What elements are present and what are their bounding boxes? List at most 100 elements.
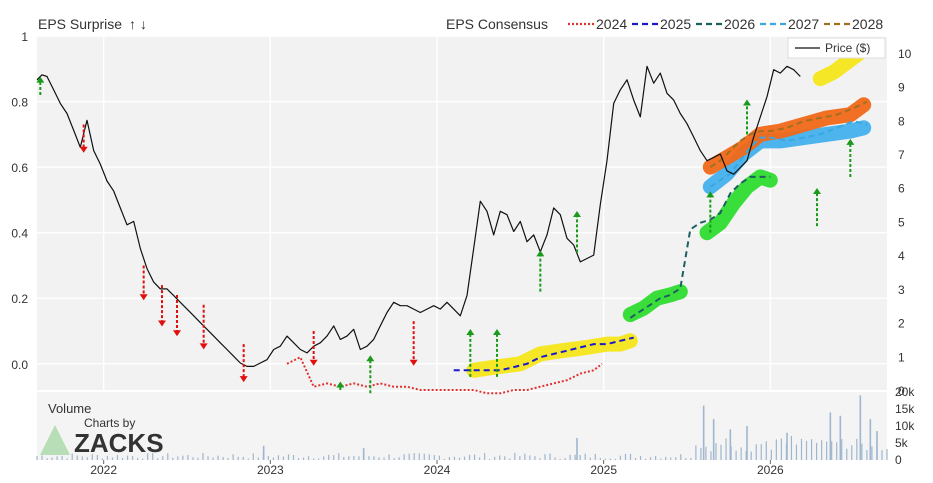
volume-bar bbox=[569, 454, 571, 460]
volume-bar bbox=[252, 453, 254, 460]
volume-bar bbox=[670, 457, 672, 460]
legend-price: Price ($) bbox=[825, 41, 870, 55]
volume-bar bbox=[715, 443, 717, 460]
volume-bar bbox=[403, 454, 405, 460]
volume-bar bbox=[41, 455, 43, 460]
volume-bar bbox=[549, 453, 551, 460]
volume-bar bbox=[710, 451, 712, 460]
volume-bar bbox=[805, 440, 808, 460]
volume-bar bbox=[839, 415, 842, 460]
volume-bar bbox=[705, 446, 707, 460]
volume-bar bbox=[368, 456, 370, 460]
volume-bar bbox=[111, 457, 114, 460]
volume-bar bbox=[876, 431, 878, 460]
volume-bar bbox=[614, 458, 617, 460]
volume-bar bbox=[826, 441, 828, 460]
volume-bar bbox=[323, 456, 325, 460]
volume-bar bbox=[750, 451, 752, 460]
right-tick-label: 3 bbox=[898, 283, 905, 297]
volume-bar bbox=[227, 458, 229, 460]
volume-bar bbox=[539, 458, 541, 460]
volume-bar bbox=[564, 458, 566, 460]
left-tick-label: 0.4 bbox=[11, 227, 28, 241]
volume-bar bbox=[729, 429, 732, 460]
left-axis-ticks: 1 0.8 0.6 0.4 0.2 0.0 bbox=[11, 30, 28, 372]
volume-bar bbox=[157, 458, 159, 460]
volume-label: Volume bbox=[48, 401, 91, 416]
volume-bar bbox=[142, 458, 144, 460]
volume-bar bbox=[504, 456, 506, 460]
volume-bar bbox=[479, 457, 481, 460]
volume-bar bbox=[624, 453, 627, 460]
volume-bar bbox=[735, 450, 737, 460]
volume-bar bbox=[177, 456, 179, 460]
volume-bar bbox=[463, 456, 466, 460]
volume-bar bbox=[152, 453, 154, 460]
volume-bar bbox=[760, 444, 762, 460]
volume-bar bbox=[86, 457, 88, 460]
volume-bar bbox=[489, 458, 491, 460]
volume-bar bbox=[388, 454, 390, 460]
volume-bar bbox=[473, 454, 476, 460]
volume-bar bbox=[650, 457, 652, 460]
volume-bar bbox=[639, 455, 642, 460]
volume-bar bbox=[453, 456, 456, 460]
volume-bar bbox=[147, 453, 149, 460]
main-plot-area bbox=[37, 36, 887, 390]
left-tick-label: 0.8 bbox=[11, 96, 28, 110]
volume-bar bbox=[433, 455, 435, 460]
legend-series-2024: 2024 bbox=[596, 16, 627, 32]
right-tick-label: 9 bbox=[898, 81, 905, 95]
volume-bar bbox=[438, 455, 440, 460]
left-tick-label: 0.2 bbox=[11, 292, 28, 306]
volume-bar bbox=[362, 448, 365, 460]
volume-bar bbox=[574, 454, 576, 460]
right-tick-label: 6 bbox=[898, 182, 905, 196]
volume-bar bbox=[881, 450, 883, 460]
volume-bar bbox=[700, 447, 702, 460]
volume-bar bbox=[413, 453, 415, 460]
volume-bar bbox=[262, 445, 265, 460]
volume-bar bbox=[609, 458, 611, 460]
volume-bar bbox=[272, 457, 274, 460]
x-tick-label: 2025 bbox=[590, 463, 617, 477]
volume-bar bbox=[448, 456, 451, 460]
volume-bar bbox=[423, 453, 425, 460]
volume-bar bbox=[96, 454, 98, 460]
x-axis-ticks: 2022 2023 2024 2025 2026 bbox=[90, 460, 784, 477]
volume-axis-ticks: 20k 15k 10k 5k 0 bbox=[895, 385, 915, 467]
volume-bar bbox=[629, 453, 632, 460]
volume-bar bbox=[106, 455, 109, 460]
legend-series-2026: 2026 bbox=[724, 16, 755, 32]
volume-bar bbox=[353, 455, 355, 460]
volume-bar bbox=[121, 458, 124, 460]
volume-bar bbox=[869, 419, 872, 460]
volume-bar bbox=[644, 458, 647, 460]
volume-bar bbox=[765, 441, 767, 460]
volume-bar bbox=[383, 457, 385, 460]
volume-bar bbox=[222, 456, 224, 460]
volume-bar bbox=[202, 452, 204, 460]
volume-bar bbox=[829, 412, 832, 460]
eps-chart: 10.80.60.40.20.0 109876543210 20k15k10k5… bbox=[11, 16, 915, 477]
volume-bar bbox=[499, 455, 501, 460]
volume-bar bbox=[287, 454, 290, 460]
volume-bar bbox=[509, 458, 511, 460]
watermark-brand: ZACKS bbox=[74, 428, 164, 458]
volume-bar bbox=[76, 455, 78, 460]
volume-bar bbox=[665, 456, 667, 460]
volume-bar bbox=[36, 455, 38, 460]
volume-bar bbox=[599, 457, 601, 460]
volume-bar bbox=[126, 455, 129, 460]
volume-bar bbox=[579, 454, 581, 460]
volume-bar bbox=[660, 458, 662, 460]
volume-bar bbox=[398, 457, 400, 460]
volume-bar bbox=[775, 439, 777, 460]
volume-bar bbox=[871, 446, 873, 460]
volume-bar bbox=[841, 439, 843, 460]
volume-bar bbox=[217, 455, 219, 460]
volume-bar bbox=[584, 453, 586, 460]
x-tick-label: 2024 bbox=[424, 463, 451, 477]
volume-bar bbox=[786, 432, 788, 460]
volume-tick-label: 10k bbox=[895, 419, 915, 433]
